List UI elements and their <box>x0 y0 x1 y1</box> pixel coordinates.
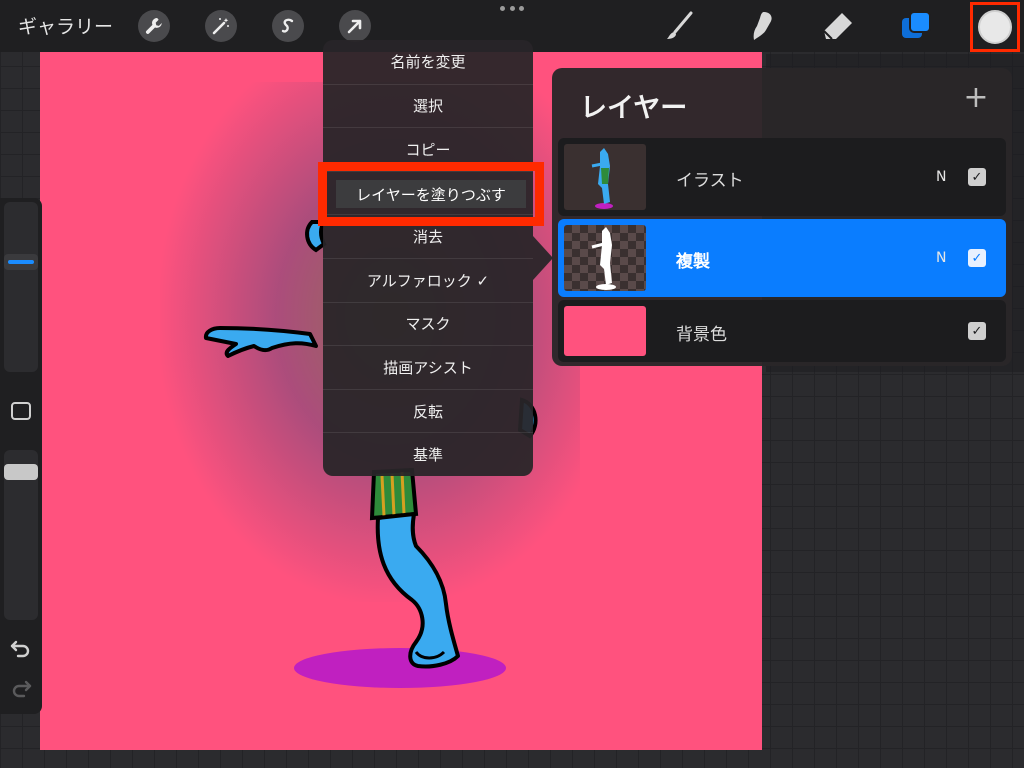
visibility-checkbox[interactable]: ✓ <box>968 322 986 340</box>
drag-handle[interactable] <box>500 3 524 13</box>
visibility-checkbox[interactable]: ✓ <box>968 168 986 186</box>
modify-button[interactable] <box>11 402 31 420</box>
layer-name: 背景色 <box>676 325 727 345</box>
layer-row-background[interactable]: 背景色 ✓ <box>558 300 1006 362</box>
blend-mode-button[interactable]: N <box>936 250 946 266</box>
selection-s-icon[interactable] <box>272 10 304 42</box>
layer-name: イラスト <box>676 171 744 191</box>
visibility-checkbox[interactable]: ✓ <box>968 249 986 267</box>
menu-item-mask[interactable]: マスク <box>323 301 533 346</box>
blend-mode-button[interactable]: N <box>936 169 946 185</box>
menu-item-drawing-assist[interactable]: 描画アシスト <box>323 345 533 389</box>
background-color-swatch[interactable] <box>564 306 646 356</box>
menu-item-select[interactable]: 選択 <box>323 83 533 128</box>
arrow-transform-icon[interactable] <box>339 10 371 42</box>
layers-icon[interactable] <box>898 8 934 44</box>
menu-item-rename[interactable]: 名前を変更 <box>323 40 533 84</box>
gallery-button[interactable]: ギャラリー <box>18 12 113 39</box>
menu-item-invert[interactable]: 反転 <box>323 388 533 433</box>
redo-icon[interactable] <box>10 678 32 698</box>
layer-row-illust[interactable]: イラスト N ✓ <box>558 138 1006 216</box>
brush-size-handle[interactable] <box>4 254 38 270</box>
undo-icon[interactable] <box>10 638 32 658</box>
menu-pointer <box>533 236 553 280</box>
opacity-handle[interactable] <box>4 464 38 480</box>
layers-title: レイヤー <box>580 93 688 124</box>
wrench-icon[interactable] <box>138 10 170 42</box>
color-picker-highlight[interactable] <box>970 2 1020 52</box>
layer-name: 複製 <box>676 252 710 272</box>
menu-item-fill-layer[interactable]: レイヤーを塗りつぶす <box>318 162 544 226</box>
brush-size-slider[interactable] <box>4 202 38 372</box>
layer-thumbnail <box>564 144 646 210</box>
eraser-icon[interactable] <box>820 8 856 44</box>
layer-thumbnail <box>564 225 646 291</box>
smudge-icon[interactable] <box>744 8 780 44</box>
menu-item-reference[interactable]: 基準 <box>323 432 533 476</box>
magic-wand-icon[interactable] <box>205 10 237 42</box>
color-swatch[interactable] <box>978 10 1012 44</box>
menu-item-alpha-lock[interactable]: アルファロック ✓ <box>323 258 533 302</box>
layer-options-menu: 名前を変更 選択 コピー 消去 アルファロック ✓ マスク 描画アシスト 反転 … <box>323 40 533 476</box>
layers-panel: レイヤー + イラスト N ✓ 複製 N ✓ 背景色 ✓ <box>552 68 1012 366</box>
add-layer-button[interactable]: + <box>962 83 990 113</box>
left-sidebar <box>0 198 42 714</box>
layer-row-duplicate[interactable]: 複製 N ✓ <box>558 219 1006 297</box>
brush-icon[interactable] <box>662 8 698 44</box>
